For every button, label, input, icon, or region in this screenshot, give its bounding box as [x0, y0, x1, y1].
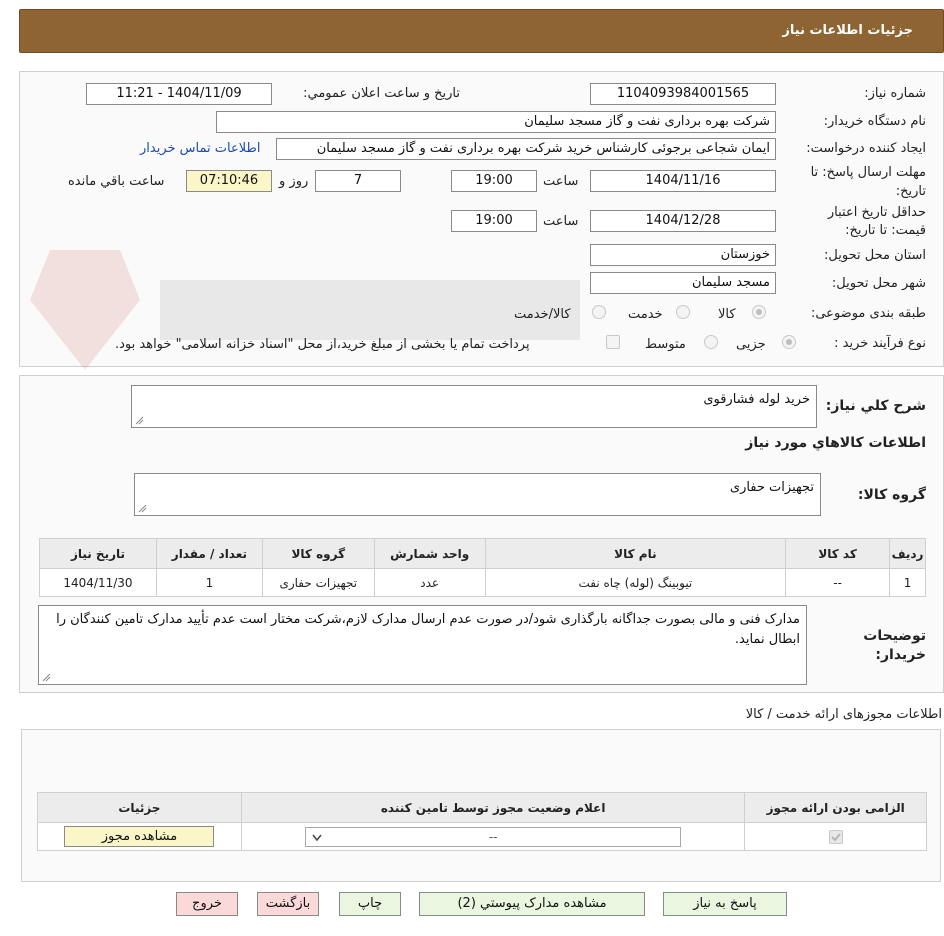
validity-time-label: ساعت: [543, 214, 579, 229]
process-minor-label: جزیی: [736, 337, 766, 352]
buyer-org-label: نام دستگاه خريدار:: [823, 114, 926, 129]
table-row: -- مشاهده مجوز: [37, 822, 927, 851]
cell-need-date: 1404/11/30: [39, 568, 157, 597]
print-button[interactable]: چاپ: [339, 892, 401, 916]
need-number-field: 1104093984001565: [590, 83, 776, 105]
validity-label-line2: قیمت: تا تاریخ:: [845, 223, 926, 238]
page-header: جزئیات اطلاعات نیاز: [19, 9, 944, 53]
view-license-button[interactable]: مشاهده مجوز: [64, 826, 215, 847]
buyer-notes-textarea[interactable]: مدارک فنی و مالی بصورت جداگانه بارگذاری …: [38, 605, 807, 685]
validity-label-line1: حداقل تاریخ اعتبار: [827, 205, 926, 220]
chevron-down-icon: [312, 834, 322, 841]
category-service-radio[interactable]: [676, 305, 690, 319]
cell-goods-group: تجهیزات حفاری: [261, 568, 375, 597]
need-number-label: شماره نیاز:: [864, 86, 926, 101]
remaining-time-label: ساعت باقي مانده: [68, 174, 165, 189]
city-label: شهر محل تحویل:: [831, 276, 926, 291]
buyer-contact-link[interactable]: اطلاعات تماس خريدار: [140, 141, 260, 156]
deadline-date-field: 1404/11/16: [590, 170, 776, 192]
license-status-select[interactable]: --: [305, 826, 682, 847]
cell-quantity: 1: [155, 568, 263, 597]
col-license-status: اعلام وضعیت مجوز توسط تامین کننده: [240, 792, 746, 823]
category-goods-label: کالا: [718, 307, 736, 322]
treasury-payment-note: پرداخت تمام یا بخشی از مبلغ خرید،از محل …: [115, 337, 530, 352]
process-medium-radio[interactable]: [704, 335, 718, 349]
deadline-time-label: ساعت: [543, 174, 579, 189]
category-goods-service-radio[interactable]: [592, 305, 606, 319]
col-need-date: تاريخ نياز: [39, 538, 157, 569]
description-text: خرید لوله فشارقوی: [703, 392, 810, 407]
process-medium-label: متوسط: [645, 337, 686, 352]
col-license-required: الزامی بودن ارائه مجوز: [744, 792, 927, 823]
cell-goods-code: --: [785, 568, 891, 597]
resize-handle-icon: [138, 504, 147, 513]
table-row: 1 -- تیوبینگ (لوله) چاه نفت عدد تجهیزات …: [39, 568, 926, 597]
cell-row-number: 1: [889, 568, 926, 597]
back-button[interactable]: بازگشت: [257, 892, 319, 916]
watermark-logo: [30, 250, 580, 370]
deadline-label-line2: تاریخ:: [895, 184, 926, 199]
col-row-number: رديف: [889, 538, 926, 569]
cell-goods-name: تیوبینگ (لوله) چاه نفت: [484, 568, 787, 597]
days-label: روز و: [279, 174, 309, 189]
resize-handle-icon: [42, 673, 51, 682]
col-license-details: جزئیات: [37, 792, 242, 823]
buyer-notes-text: مدارک فنی و مالی بصورت جداگانه بارگذاری …: [56, 612, 800, 647]
deadline-time-field: 19:00: [451, 170, 537, 192]
col-unit: واحد شمارش: [373, 538, 486, 569]
exit-button[interactable]: خروج: [176, 892, 238, 916]
licenses-section-title: اطلاعات مجوزهای ارائه خدمت / کالا: [745, 707, 942, 722]
view-attachments-button[interactable]: مشاهده مدارک پيوستي (2): [419, 892, 645, 916]
province-field: خوزستان: [590, 244, 776, 266]
col-goods-code: کد کالا: [785, 538, 891, 569]
days-remaining-field: 7: [315, 170, 401, 192]
resize-handle-icon: [135, 416, 144, 425]
buyer-notes-label-line2: خريدار:: [875, 647, 926, 663]
category-service-label: خدمت: [628, 307, 663, 322]
creator-field: ایمان شجاعی برجوئی کارشناس خرید شرکت بهر…: [276, 138, 776, 160]
deadline-label-line1: مهلت ارسال پاسخ: تا: [810, 165, 926, 180]
process-type-label: نوع فرآیند خرید :: [834, 336, 926, 351]
col-goods-name: نام کالا: [484, 538, 787, 569]
goods-table: رديف کد کالا نام کالا واحد شمارش گروه کا…: [39, 538, 926, 597]
description-label: شرح کلي نياز:: [825, 398, 926, 414]
treasury-payment-checkbox[interactable]: [606, 335, 620, 349]
page-title: جزئیات اطلاعات نیاز: [782, 23, 913, 38]
city-field: مسجد سلیمان: [590, 272, 776, 294]
category-goods-service-label: کالا/خدمت: [514, 307, 571, 322]
validity-date-field: 1404/12/28: [590, 210, 776, 232]
buyer-notes-label-line1: توضيحات: [863, 628, 926, 644]
license-status-select-value: --: [488, 829, 498, 844]
goods-group-textarea[interactable]: تجهیزات حفاری: [134, 473, 821, 516]
reply-to-need-button[interactable]: پاسخ به نياز: [663, 892, 787, 916]
description-textarea[interactable]: خرید لوله فشارقوی: [131, 385, 817, 428]
col-quantity: تعداد / مقدار: [155, 538, 263, 569]
creator-label: ايجاد کننده درخواست:: [806, 141, 926, 156]
cell-unit: عدد: [373, 568, 486, 597]
licenses-table: الزامی بودن ارائه مجوز اعلام وضعیت مجوز …: [37, 792, 927, 851]
announce-date-label: تاریخ و ساعت اعلان عمومي:: [303, 86, 460, 101]
license-required-checkbox[interactable]: [828, 830, 843, 844]
cell-license-status: --: [240, 822, 746, 851]
cell-license-details: مشاهده مجوز: [37, 822, 242, 851]
category-goods-radio[interactable]: [752, 305, 766, 319]
buyer-org-field: شرکت بهره برداری نفت و گاز مسجد سلیمان: [216, 111, 776, 133]
licenses-table-header: الزامی بودن ارائه مجوز اعلام وضعیت مجوز …: [37, 792, 927, 823]
validity-time-field: 19:00: [451, 210, 537, 232]
goods-group-label: گروه کالا:: [857, 487, 926, 503]
process-minor-radio[interactable]: [782, 335, 796, 349]
goods-group-text: تجهیزات حفاری: [729, 480, 814, 495]
col-goods-group: گروه کالا: [261, 538, 375, 569]
announce-date-field: 1404/11/09 - 11:21: [86, 83, 272, 105]
province-label: استان محل تحویل:: [824, 248, 926, 263]
category-label: طبقه بندی موضوعی:: [810, 306, 926, 321]
remaining-time-field: 07:10:46: [186, 170, 272, 192]
goods-table-header: رديف کد کالا نام کالا واحد شمارش گروه کا…: [39, 538, 926, 569]
checkmark-icon: [831, 833, 841, 842]
goods-section-title: اطلاعات کالاهاي مورد نياز: [745, 435, 926, 451]
cell-license-required: [744, 822, 927, 851]
